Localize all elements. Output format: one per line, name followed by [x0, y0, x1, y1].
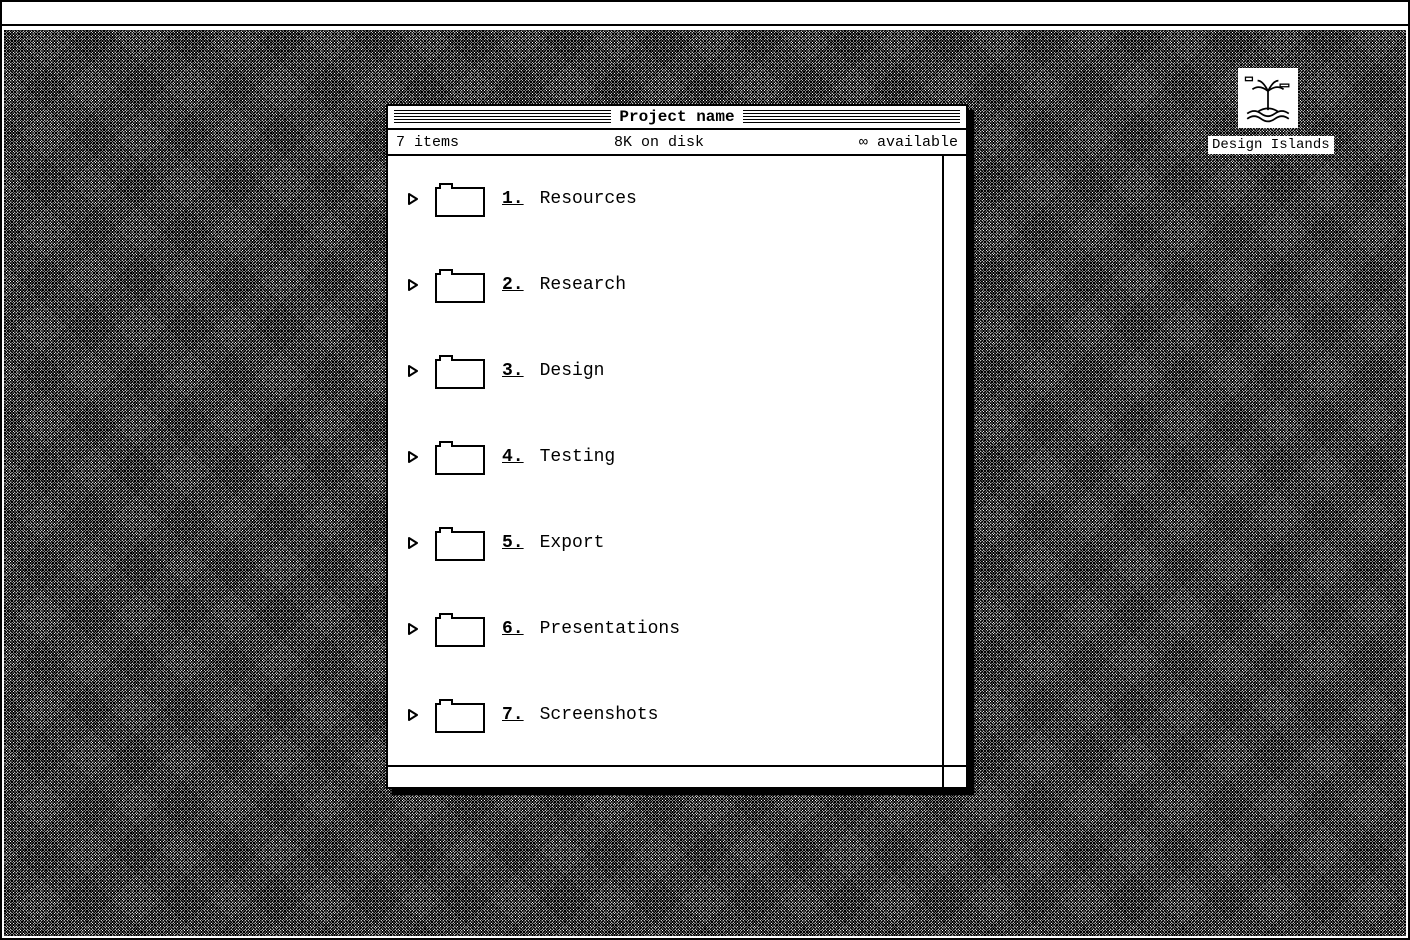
- disclosure-triangle-icon[interactable]: [408, 279, 418, 291]
- disclosure-triangle-icon[interactable]: [408, 537, 418, 549]
- folder-number: 5.: [502, 533, 524, 553]
- finder-window[interactable]: Project name 7 items 8K on disk ∞ availa…: [386, 104, 968, 789]
- folder-icon: [434, 696, 486, 734]
- folder-row[interactable]: 1. Resources: [408, 180, 922, 218]
- folder-list[interactable]: 1. Resources 2. Research: [388, 156, 944, 765]
- info-available: ∞ available: [859, 134, 958, 151]
- folder-number: 6.: [502, 619, 524, 639]
- window-body: 1. Resources 2. Research: [388, 156, 966, 765]
- vertical-scrollbar[interactable]: [944, 156, 966, 765]
- disclosure-triangle-icon[interactable]: [408, 709, 418, 721]
- folder-icon: [434, 180, 486, 218]
- disclosure-triangle-icon[interactable]: [408, 365, 418, 377]
- folder-icon: [434, 438, 486, 476]
- folder-name: Resources: [540, 189, 637, 209]
- folder-icon: [434, 352, 486, 390]
- info-disk-usage: 8K on disk: [459, 134, 859, 151]
- folder-row[interactable]: 3. Design: [408, 352, 922, 390]
- desktop-volume-label: Design Islands: [1208, 136, 1334, 154]
- folder-row[interactable]: 5. Export: [408, 524, 922, 562]
- folder-icon: [434, 524, 486, 562]
- window-titlebar[interactable]: Project name: [388, 106, 966, 130]
- folder-name: Presentations: [540, 619, 680, 639]
- disclosure-triangle-icon[interactable]: [408, 193, 418, 205]
- folder-name: Export: [540, 533, 605, 553]
- disclosure-triangle-icon[interactable]: [408, 623, 418, 635]
- folder-name: Screenshots: [540, 705, 659, 725]
- folder-icon: [434, 610, 486, 648]
- folder-name: Testing: [540, 447, 616, 467]
- desktop[interactable]: Design Islands Project name 7 items 8K o…: [4, 30, 1406, 936]
- folder-row[interactable]: 2. Research: [408, 266, 922, 304]
- horizontal-scrollbar[interactable]: [388, 767, 944, 787]
- folder-name: Design: [540, 361, 605, 381]
- folder-number: 4.: [502, 447, 524, 467]
- folder-number: 1.: [502, 189, 524, 209]
- info-item-count: 7 items: [396, 134, 459, 151]
- folder-number: 2.: [502, 275, 524, 295]
- window-infobar: 7 items 8K on disk ∞ available: [388, 130, 966, 156]
- folder-number: 7.: [502, 705, 524, 725]
- window-title: Project name: [611, 108, 742, 126]
- folder-name: Research: [540, 275, 626, 295]
- desktop-volume[interactable]: Design Islands: [1208, 68, 1328, 154]
- disclosure-triangle-icon[interactable]: [408, 451, 418, 463]
- resize-grow-box[interactable]: [944, 767, 966, 787]
- folder-row[interactable]: 4. Testing: [408, 438, 922, 476]
- island-icon: [1238, 68, 1298, 128]
- folder-row[interactable]: 7. Screenshots: [408, 696, 922, 734]
- folder-row[interactable]: 6. Presentations: [408, 610, 922, 648]
- menubar[interactable]: [2, 2, 1408, 26]
- folder-number: 3.: [502, 361, 524, 381]
- screen: Design Islands Project name 7 items 8K o…: [0, 0, 1410, 940]
- window-footer: [388, 765, 966, 787]
- folder-icon: [434, 266, 486, 304]
